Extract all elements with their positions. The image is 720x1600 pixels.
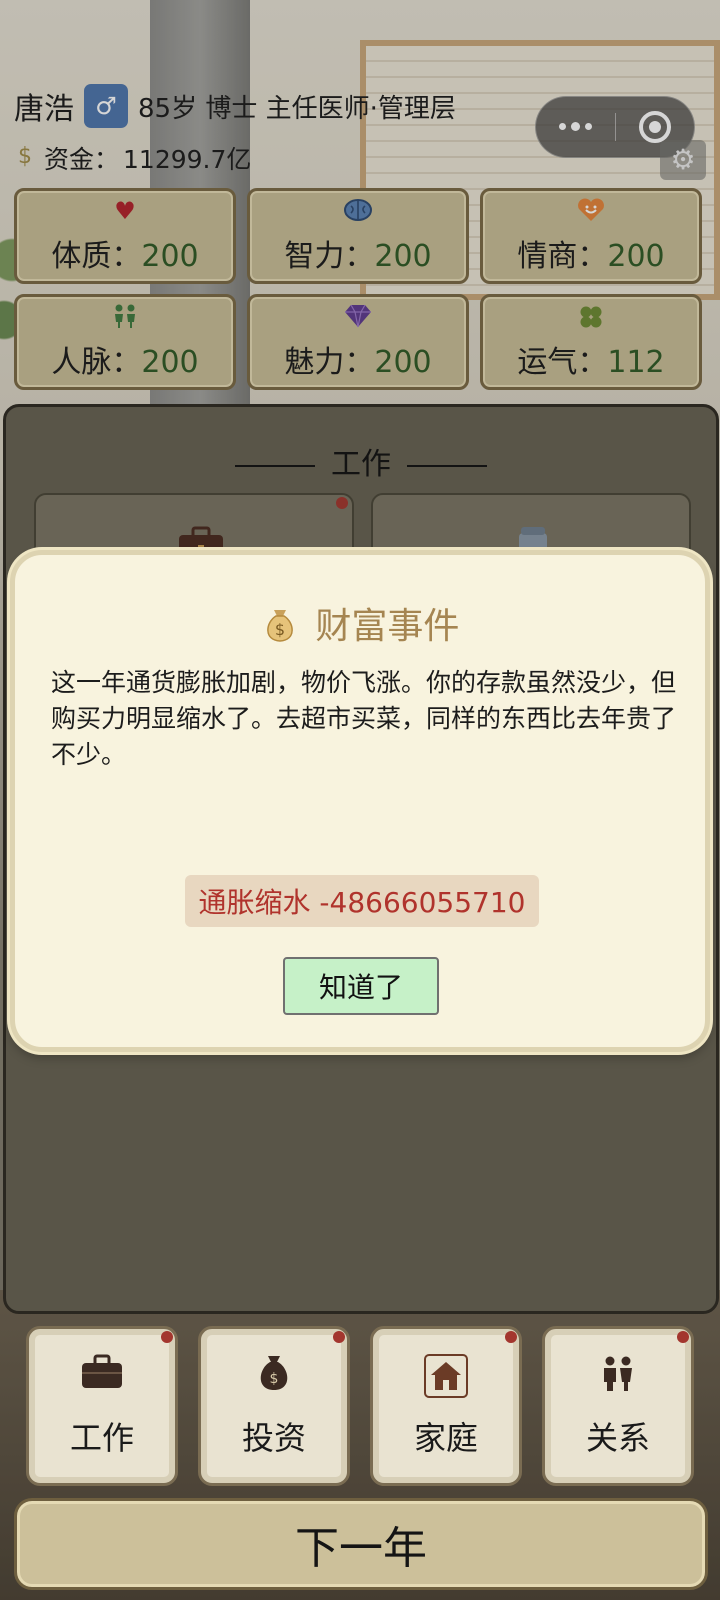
house-icon bbox=[423, 1353, 469, 1401]
money-sack-icon: $ bbox=[254, 1353, 294, 1401]
notification-dot bbox=[161, 1331, 173, 1343]
nav-label: 投资 bbox=[241, 1419, 306, 1457]
nav-label: 关系 bbox=[585, 1419, 650, 1457]
dialog-title-row: $ 财富事件 bbox=[15, 597, 705, 649]
notification-dot bbox=[505, 1331, 517, 1343]
dialog-title: 财富事件 bbox=[315, 606, 460, 647]
nav-work[interactable]: 工作 bbox=[26, 1326, 178, 1486]
briefcase-icon bbox=[80, 1353, 124, 1401]
wealth-event-dialog: $ 财富事件 这一年通货膨胀加剧，物价飞涨。你的存款虽然没少，但购买力明显缩水了… bbox=[10, 550, 710, 1052]
bottom-nav: 工作 $ 投资 家庭 关系 bbox=[26, 1326, 696, 1486]
nav-label: 家庭 bbox=[413, 1419, 478, 1457]
svg-text:$: $ bbox=[270, 1371, 279, 1387]
nav-relations[interactable]: 关系 bbox=[542, 1326, 694, 1486]
notification-dot bbox=[677, 1331, 689, 1343]
nav-invest[interactable]: $ 投资 bbox=[198, 1326, 350, 1486]
nav-family[interactable]: 家庭 bbox=[370, 1326, 522, 1486]
next-year-button[interactable]: 下一年 bbox=[14, 1498, 708, 1590]
money-bag-icon: $ bbox=[261, 607, 310, 647]
svg-text:$: $ bbox=[274, 620, 284, 639]
dialog-body-text: 这一年通货膨胀加剧，物价飞涨。你的存款虽然没少，但购买力明显缩水了。去超市买菜，… bbox=[51, 668, 677, 769]
acknowledge-button[interactable]: 知道了 bbox=[283, 957, 439, 1015]
nav-label: 工作 bbox=[69, 1419, 134, 1457]
wealth-effect-badge: 通胀缩水 -48666055710 bbox=[185, 875, 539, 927]
notification-dot bbox=[333, 1331, 345, 1343]
couple-icon bbox=[598, 1353, 638, 1401]
